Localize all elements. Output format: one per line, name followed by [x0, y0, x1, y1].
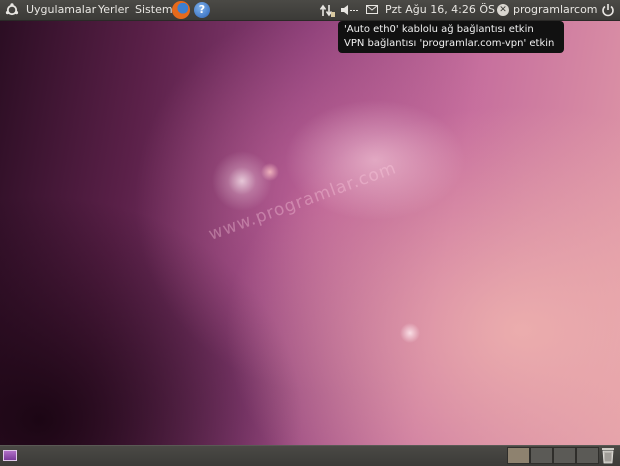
firefox-icon[interactable] — [172, 1, 190, 19]
trash-icon[interactable] — [601, 447, 615, 464]
notification-line-2: VPN bağlantısı 'programlar.com-vpn' etki… — [344, 38, 555, 49]
clock[interactable]: Pzt Ağu 16, 4:26 ÖS — [385, 0, 495, 20]
workspace-1[interactable] — [507, 447, 530, 464]
workspace-2[interactable] — [530, 447, 553, 464]
network-icon[interactable] — [319, 3, 335, 17]
volume-icon[interactable] — [340, 4, 358, 16]
user-status-icon[interactable]: ✕ — [497, 4, 509, 16]
workspace-3[interactable] — [553, 447, 576, 464]
help-icon[interactable]: ? — [194, 2, 210, 18]
menu-places[interactable]: Yerler — [98, 0, 129, 20]
username[interactable]: programlarcom — [513, 0, 598, 20]
ubuntu-logo-icon[interactable] — [5, 3, 19, 17]
desktop-wallpaper[interactable] — [0, 0, 620, 465]
notification-line-1: 'Auto eth0' kablolu ağ bağlantısı etkin — [344, 24, 534, 35]
menu-applications[interactable]: Uygulamalar — [26, 0, 96, 20]
workspace-4[interactable] — [576, 447, 599, 464]
bottom-panel — [0, 445, 620, 466]
network-notification: 'Auto eth0' kablolu ağ bağlantısı etkin … — [338, 21, 564, 53]
top-panel: Uygulamalar Yerler Sistem ? Pzt Ağu 16, … — [0, 0, 620, 21]
mail-icon[interactable] — [366, 5, 378, 14]
power-icon[interactable] — [601, 3, 615, 17]
menu-system[interactable]: Sistem — [135, 0, 173, 20]
show-desktop-icon[interactable] — [3, 450, 17, 461]
